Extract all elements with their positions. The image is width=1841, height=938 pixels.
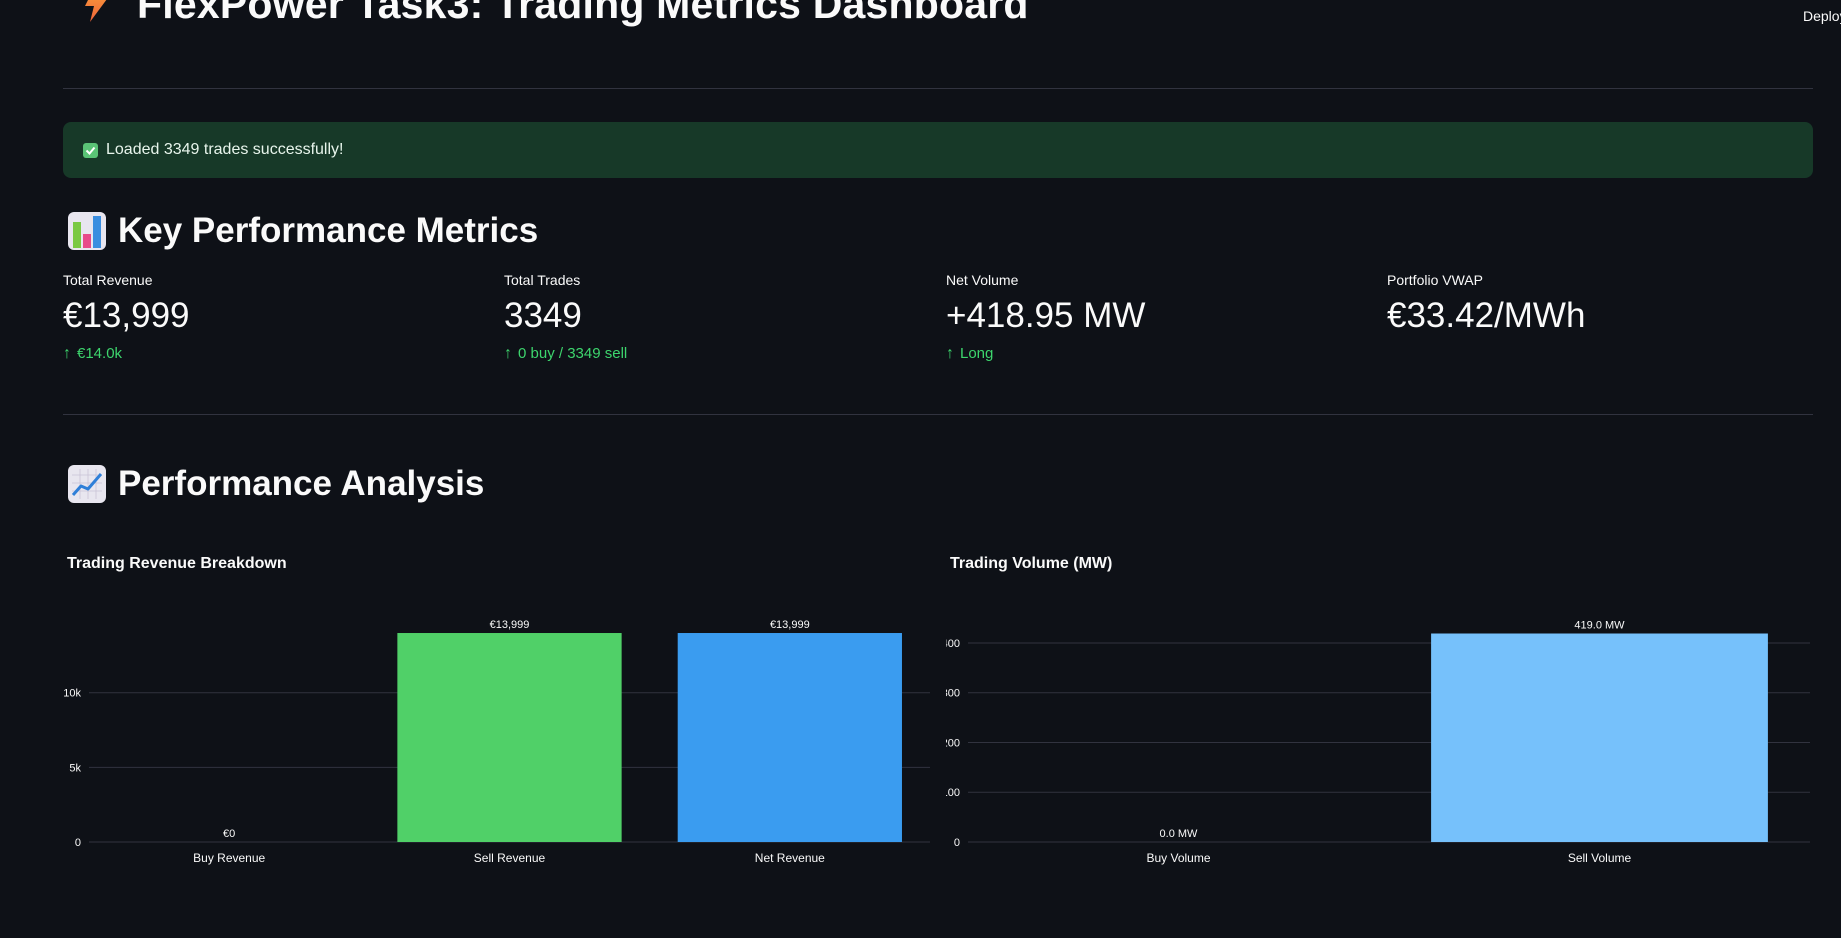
data-label: 419.0 MW xyxy=(1574,619,1625,631)
volume-chart-svg: 0 100 200 300 400 0.0 MW Buy Volume 419.0 MW Sel… xyxy=(942,619,1810,865)
bar[interactable] xyxy=(397,633,622,842)
metric-delta: ↑ 0 buy / 3349 sell xyxy=(504,344,628,363)
x-tick-label: Sell Revenue xyxy=(474,851,546,865)
metric-label: Total Revenue xyxy=(63,272,153,288)
revenue-chart-svg: 0 5k 10k €0 Buy Revenue €13,999 Sell Revenue €1… xyxy=(63,619,930,865)
main-content: FlexPower Task3: Trading Metrics Dashboa… xyxy=(63,0,1813,865)
kpi-section-title: Key Performance Metrics xyxy=(118,211,539,250)
bar[interactable] xyxy=(677,633,902,842)
chart-title: Trading Volume (MW) xyxy=(950,555,1113,572)
volume-chart: Trading Volume (MW) 0 100 200 300 400 0.0 MW B… xyxy=(942,555,1813,875)
analysis-section-header: Performance Analysis xyxy=(68,464,484,504)
data-label: €13,999 xyxy=(770,619,810,631)
bar[interactable] xyxy=(1431,633,1768,842)
x-tick-label: Buy Revenue xyxy=(193,851,265,865)
y-tick-label: 10k xyxy=(63,688,81,700)
revenue-breakdown-chart: Trading Revenue Breakdown 0 5k 10k €0 Buy Re… xyxy=(63,555,933,875)
metric-total-revenue: Total Revenue €13,999 ↑ €14.0k xyxy=(63,272,483,363)
metric-label: Total Trades xyxy=(504,272,581,288)
metric-value: +418.95 MW xyxy=(946,296,1146,335)
chart-title: Trading Revenue Breakdown xyxy=(67,555,287,572)
y-tick-label: 0 xyxy=(954,837,960,849)
divider xyxy=(63,88,1813,89)
page-header: FlexPower Task3: Trading Metrics Dashboa… xyxy=(63,0,1813,24)
divider xyxy=(63,414,1813,415)
analysis-section-title: Performance Analysis xyxy=(118,464,485,503)
data-label: €13,999 xyxy=(490,619,530,631)
arrow-up-icon: ↑ xyxy=(63,344,71,362)
lightning-icon xyxy=(85,0,107,22)
bar-chart-icon xyxy=(68,212,106,250)
metric-value: 3349 xyxy=(504,296,582,335)
arrow-up-icon: ↑ xyxy=(946,344,954,362)
metric-value: €33.42/MWh xyxy=(1387,296,1586,335)
y-tick-label: 5k xyxy=(69,762,81,774)
alert-text: Loaded 3349 trades successfully! xyxy=(106,141,344,158)
metric-net-volume: Net Volume +418.95 MW ↑ Long xyxy=(946,272,1366,363)
success-alert: Loaded 3349 trades successfully! xyxy=(63,122,1813,178)
metric-label: Net Volume xyxy=(946,272,1019,288)
metric-delta: ↑ Long xyxy=(946,344,994,363)
kpi-section-header: Key Performance Metrics xyxy=(68,211,538,251)
y-tick-label: 300 xyxy=(946,688,960,700)
metric-total-trades: Total Trades 3349 ↑ 0 buy / 3349 sell xyxy=(504,272,924,363)
arrow-up-icon: ↑ xyxy=(504,344,512,362)
line-chart-icon xyxy=(68,465,106,503)
y-tick-label: 0 xyxy=(75,837,81,849)
page-title: FlexPower Task3: Trading Metrics Dashboa… xyxy=(137,0,1029,27)
x-tick-label: Buy Volume xyxy=(1146,851,1210,865)
metric-delta: ↑ €14.0k xyxy=(63,344,123,363)
y-tick-label: 400 xyxy=(946,638,960,650)
x-tick-label: Net Revenue xyxy=(755,851,825,865)
y-tick-label: 200 xyxy=(946,737,960,749)
check-icon xyxy=(83,142,98,158)
y-tick-label: 100 xyxy=(946,787,960,799)
data-label: 0.0 MW xyxy=(1160,828,1199,840)
metric-portfolio-vwap: Portfolio VWAP €33.42/MWh xyxy=(1387,272,1807,336)
metric-label: Portfolio VWAP xyxy=(1387,272,1483,288)
metric-value: €13,999 xyxy=(63,296,190,335)
data-label: €0 xyxy=(223,828,235,840)
x-tick-label: Sell Volume xyxy=(1568,851,1632,865)
